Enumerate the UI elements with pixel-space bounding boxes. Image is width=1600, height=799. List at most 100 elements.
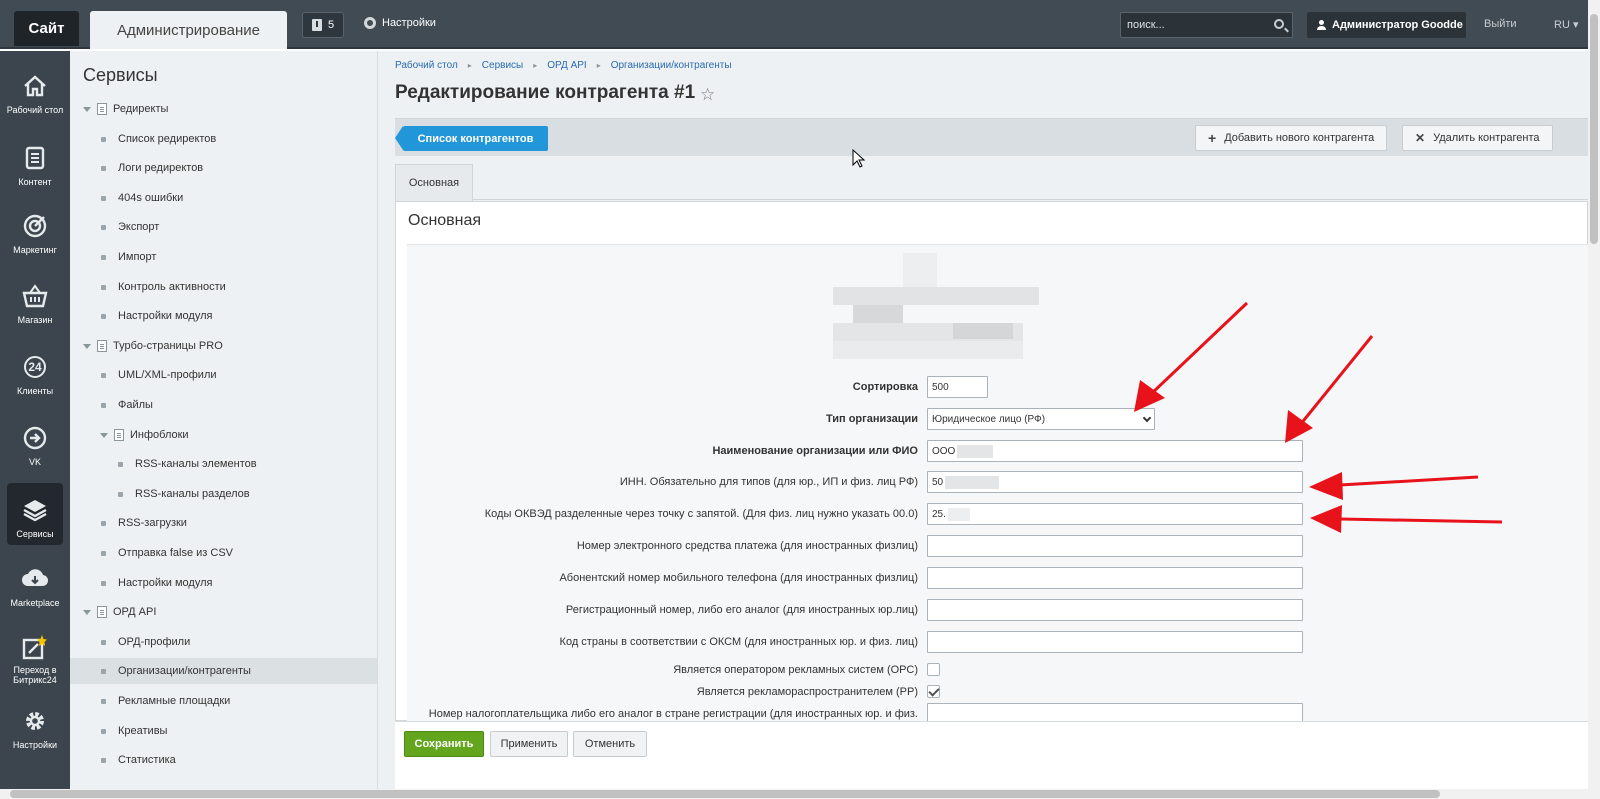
menu-shop[interactable]: Магазин bbox=[0, 269, 70, 333]
scrollbar-thumb[interactable] bbox=[10, 790, 1440, 798]
apply-button[interactable]: Применить bbox=[490, 731, 568, 757]
org-name-input[interactable]: ООО bbox=[927, 440, 1303, 462]
breadcrumb-item[interactable]: Организации/контрагенты bbox=[611, 60, 732, 71]
sidebar-item-label: Турбо-страницы PRO bbox=[113, 340, 223, 352]
sidebar-item-label: RSS-каналы разделов bbox=[135, 488, 250, 500]
notifications-button[interactable]: 5 bbox=[302, 12, 344, 38]
tab-main[interactable]: Основная bbox=[395, 164, 473, 201]
breadcrumb-item[interactable]: ОРД API bbox=[547, 60, 586, 71]
sidebar-item[interactable]: Статистика bbox=[70, 747, 377, 773]
sort-input[interactable]: 500 bbox=[927, 376, 988, 398]
menu-label: Контент bbox=[18, 177, 52, 187]
org-type-row: Тип организации Юридическое лицо (РФ) bbox=[407, 406, 1589, 432]
menu-desktop[interactable]: Рабочий стол bbox=[0, 59, 70, 123]
bitrix24-icon bbox=[20, 633, 50, 661]
sidebar-item[interactable]: 404s ошибки bbox=[70, 185, 377, 211]
breadcrumb: Рабочий стол ▸ Сервисы ▸ ОРД API ▸ Орган… bbox=[395, 60, 732, 71]
search-icon[interactable] bbox=[1274, 19, 1284, 29]
language-selector[interactable]: RU ▾ bbox=[1554, 18, 1578, 31]
logout-link[interactable]: Выйти bbox=[1484, 18, 1517, 30]
sidebar-item[interactable]: Настройки модуля bbox=[70, 303, 377, 329]
sidebar-folder[interactable]: ОРД API bbox=[70, 599, 377, 625]
panel-title: Основная bbox=[408, 212, 482, 229]
sidebar-item[interactable]: RSS-каналы разделов bbox=[70, 481, 377, 507]
is-ors-checkbox[interactable] bbox=[927, 663, 940, 676]
sidebar-item[interactable]: Креативы bbox=[70, 718, 377, 744]
sidebar-item-label: Файлы bbox=[118, 399, 153, 411]
payment-number-input[interactable] bbox=[927, 535, 1303, 557]
breadcrumb-item[interactable]: Сервисы bbox=[482, 60, 523, 71]
scrollbar-thumb[interactable] bbox=[1590, 14, 1598, 244]
sidebar-item-label: Организации/контрагенты bbox=[118, 665, 251, 677]
sidebar-item[interactable]: Импорт bbox=[70, 244, 377, 270]
sidebar-item[interactable]: Логи редиректов bbox=[70, 155, 377, 181]
sidebar-item[interactable]: Список редиректов bbox=[70, 126, 377, 152]
bullet-icon bbox=[101, 550, 106, 556]
phone-input[interactable] bbox=[927, 567, 1303, 589]
okved-value: 25. bbox=[932, 508, 946, 520]
sidebar-item-label: ОРД API bbox=[113, 606, 157, 618]
chevron-down-icon[interactable] bbox=[83, 343, 91, 349]
user-button[interactable]: Администратор Goodde bbox=[1307, 12, 1466, 38]
favorite-star-icon[interactable]: ☆ bbox=[700, 85, 715, 105]
menu-content[interactable]: Контент bbox=[0, 131, 70, 195]
sidebar-item[interactable]: Рекламные площадки bbox=[70, 688, 377, 714]
search-input[interactable] bbox=[1121, 13, 1266, 37]
menu-marketplace[interactable]: Marketplace bbox=[0, 552, 70, 616]
chevron-down-icon[interactable] bbox=[83, 106, 91, 112]
folder-document-icon bbox=[97, 606, 107, 618]
menu-marketing[interactable]: Маркетинг bbox=[0, 199, 70, 263]
gear-icon bbox=[20, 706, 50, 736]
menu-label: Маркетинг bbox=[13, 245, 57, 255]
sidebar-item-label: Настройки модуля bbox=[118, 310, 213, 322]
add-contractor-label: Добавить нового контрагента bbox=[1224, 132, 1375, 144]
sidebar-folder[interactable]: Редиректы bbox=[70, 96, 377, 122]
settings-link[interactable]: Настройки bbox=[364, 17, 436, 29]
org-type-select[interactable]: Юридическое лицо (РФ) bbox=[927, 408, 1155, 430]
main-menu: Рабочий стол Контент Маркетинг Магазин 2… bbox=[0, 51, 70, 789]
sidebar-item[interactable]: Файлы bbox=[70, 392, 377, 418]
menu-services[interactable]: Сервисы bbox=[7, 483, 63, 545]
chevron-down-icon[interactable] bbox=[83, 609, 91, 615]
sidebar-item[interactable]: Контроль активности bbox=[70, 274, 377, 300]
delete-contractor-button[interactable]: ✕ Удалить контрагента bbox=[1402, 125, 1553, 151]
add-contractor-button[interactable]: + Добавить нового контрагента bbox=[1195, 125, 1388, 151]
save-button[interactable]: Сохранить bbox=[404, 731, 484, 757]
sidebar-item[interactable]: ОРД-профили bbox=[70, 629, 377, 655]
is-ors-label: Является оператором рекламных систем (ОР… bbox=[673, 664, 918, 676]
sidebar-item[interactable]: UML/XML-профили bbox=[70, 362, 377, 388]
sidebar-folder[interactable]: Инфоблоки bbox=[70, 422, 377, 448]
inn-label: ИНН. Обязательно для типов (для юр., ИП … bbox=[619, 476, 918, 488]
menu-vk[interactable]: VK bbox=[0, 411, 70, 475]
breadcrumb-item[interactable]: Рабочий стол bbox=[395, 60, 458, 71]
cancel-button[interactable]: Отменить bbox=[573, 731, 647, 757]
chevron-down-icon[interactable] bbox=[100, 432, 108, 438]
admin-tab[interactable]: Администрирование bbox=[90, 11, 287, 49]
site-tab[interactable]: Сайт bbox=[14, 11, 79, 46]
vertical-scrollbar[interactable] bbox=[1588, 0, 1600, 789]
sidebar-item[interactable]: Настройки модуля bbox=[70, 570, 377, 596]
menu-bitrix24[interactable]: Переход в Битрикс24 bbox=[0, 621, 70, 685]
menu-clients[interactable]: 24 Клиенты bbox=[0, 340, 70, 404]
horizontal-scrollbar[interactable] bbox=[0, 789, 1600, 799]
reg-number-input[interactable] bbox=[927, 599, 1303, 621]
sidebar-item[interactable]: RSS-загрузки bbox=[70, 510, 377, 536]
breadcrumb-separator-icon: ▸ bbox=[596, 61, 601, 70]
inn-input[interactable]: 50 bbox=[927, 471, 1303, 493]
bullet-icon bbox=[101, 372, 106, 378]
okved-input[interactable]: 25. bbox=[927, 503, 1303, 525]
org-name-label: Наименование организации или ФИО bbox=[712, 445, 918, 457]
sidebar-item-label: RSS-каналы элементов bbox=[135, 458, 257, 470]
sidebar-item[interactable]: Отправка false из CSV bbox=[70, 540, 377, 566]
menu-settings[interactable]: Настройки bbox=[0, 694, 70, 758]
sidebar-item[interactable]: RSS-каналы элементов bbox=[70, 451, 377, 477]
clients-24-icon-wrap: 24 bbox=[20, 352, 50, 382]
sidebar-folder[interactable]: Турбо-страницы PRO bbox=[70, 333, 377, 359]
is-rr-checkbox[interactable] bbox=[927, 685, 940, 698]
bullet-icon bbox=[101, 195, 106, 201]
contractors-list-button[interactable]: Список контрагентов bbox=[395, 126, 548, 151]
country-code-input[interactable] bbox=[927, 631, 1303, 653]
sidebar-item[interactable]: Организации/контрагенты bbox=[70, 658, 377, 684]
menu-label: Marketplace bbox=[10, 598, 60, 608]
sidebar-item[interactable]: Экспорт bbox=[70, 214, 377, 240]
